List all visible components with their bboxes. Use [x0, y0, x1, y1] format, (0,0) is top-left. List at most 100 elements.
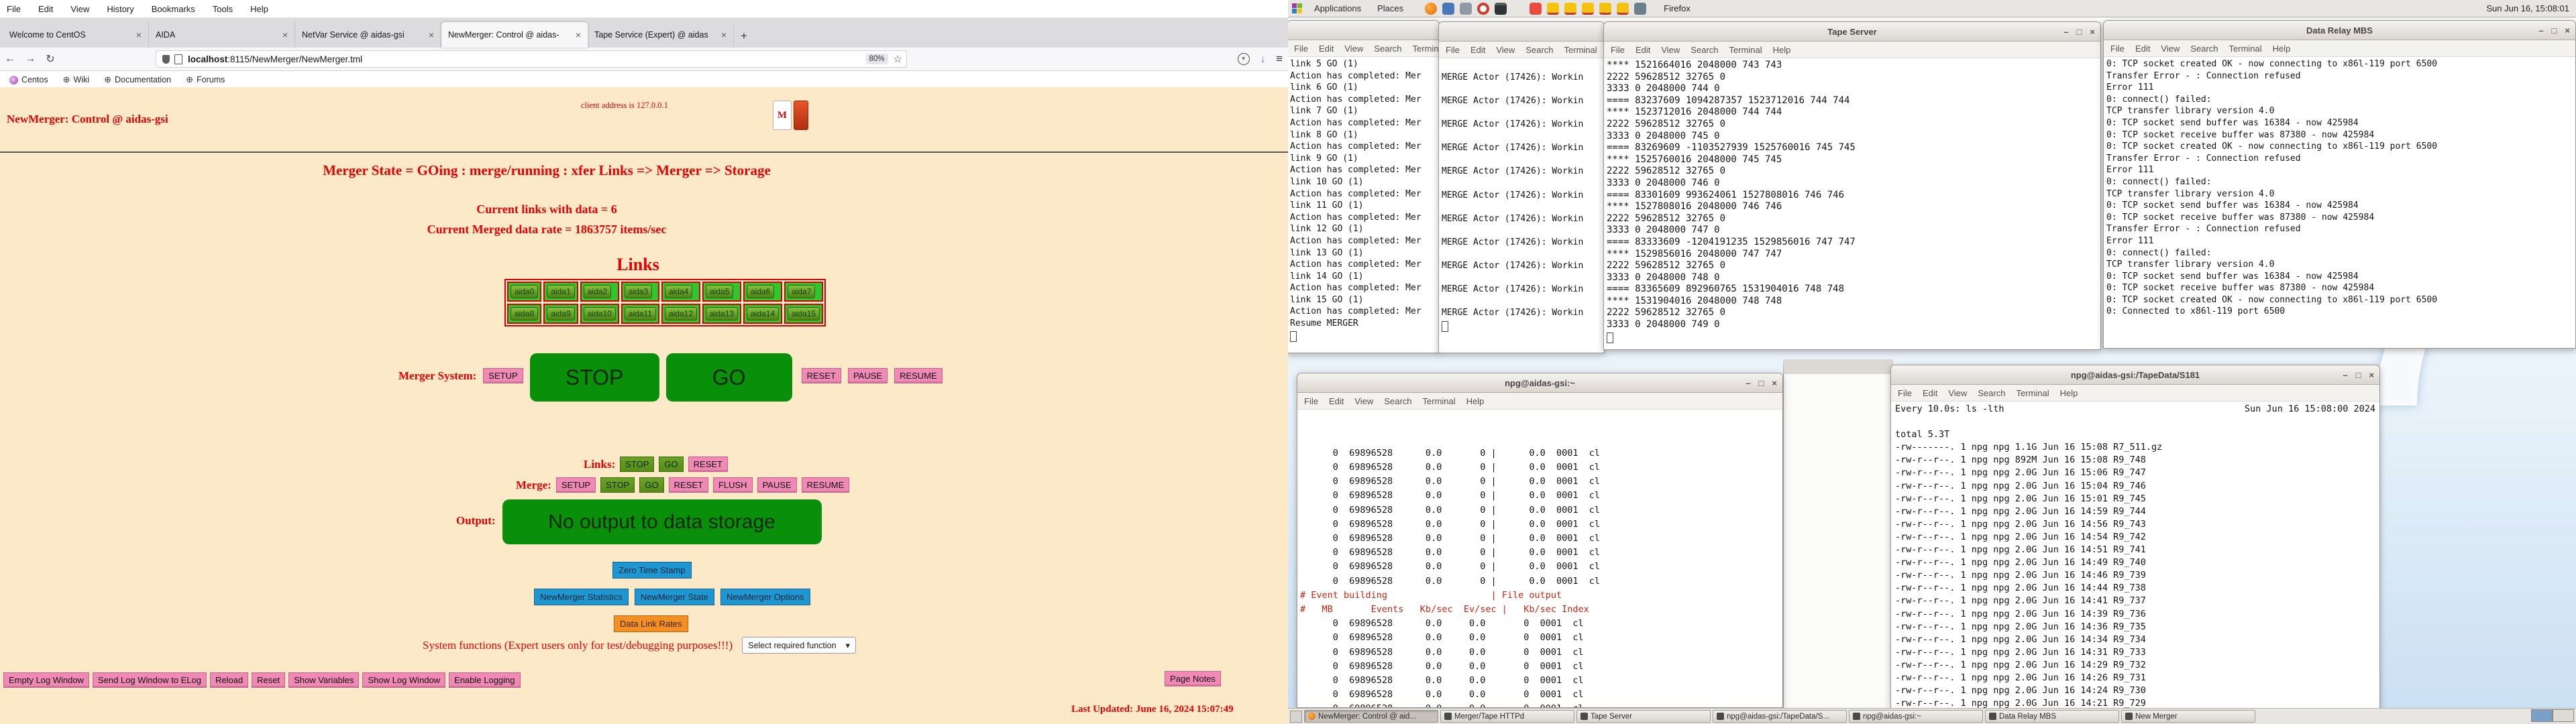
browser-tab[interactable]: Tape Service (Expert) @ aidas × [588, 22, 734, 48]
taskbar-window-button[interactable]: Tape Server [1576, 710, 1711, 723]
applications-menu[interactable]: Applications [1309, 3, 1366, 13]
terminal-menu-item[interactable]: File [2110, 44, 2125, 54]
titlebar[interactable]: npg@aidas-gsi:~ – □ × [1297, 373, 1782, 393]
merge-stop-button[interactable]: STOP [600, 477, 635, 493]
link-button[interactable]: aida4 [664, 285, 693, 298]
browser-tab[interactable]: AIDA × [149, 22, 295, 48]
shield-icon[interactable] [162, 54, 170, 64]
output-storage-button[interactable]: No output to data storage [502, 499, 822, 544]
midas-launcher-icon[interactable] [1599, 2, 1612, 15]
terminal-menu-item[interactable]: View [1661, 45, 1680, 55]
link-button[interactable]: aida0 [511, 285, 539, 298]
download-icon[interactable]: ↓ [1260, 54, 1266, 65]
log-control-button[interactable]: Reload [209, 672, 249, 688]
terminal-menu-item[interactable]: Edit [2135, 44, 2150, 54]
workspace-2[interactable] [2553, 709, 2574, 722]
merge-reset-button[interactable]: RESET [668, 477, 708, 493]
terminal-menu-item[interactable]: Help [2273, 44, 2291, 54]
reload-icon[interactable]: ↻ [40, 52, 60, 66]
bookmark-documentation[interactable]: ⊕ Documentation [104, 74, 171, 85]
terminal-menu-item[interactable]: Terminal [2229, 44, 2262, 54]
terminal-menu-item[interactable]: Help [2060, 388, 2078, 398]
browser-menu-item[interactable]: File [7, 4, 21, 14]
system-functions-select[interactable]: Select required function ▾ [742, 637, 856, 654]
terminal-menu-item[interactable]: Edit [1319, 44, 1334, 54]
browser-menu-item[interactable]: Edit [38, 4, 53, 14]
terminal-menu-item[interactable]: File [1898, 388, 1912, 398]
terminal-menu-item[interactable]: View [1496, 45, 1515, 55]
log-control-button[interactable]: Empty Log Window [3, 672, 89, 688]
titlebar[interactable] [1288, 21, 1439, 40]
close-icon[interactable]: × [721, 29, 727, 40]
red-launcher-icon[interactable] [1529, 2, 1542, 15]
workspace-1[interactable] [2531, 709, 2553, 722]
close-icon[interactable]: × [576, 29, 581, 40]
newmerger-options-button[interactable]: NewMerger Options [720, 589, 810, 605]
merger-reset-button[interactable]: RESET [801, 368, 841, 383]
terminal-menu-item[interactable]: Help [1773, 45, 1791, 55]
terminal-menu-item[interactable]: Terminal [1729, 45, 1762, 55]
maximize-button[interactable]: □ [2356, 370, 2361, 380]
terminal-menu-item[interactable]: Search [2190, 44, 2218, 54]
merge-flush-button[interactable]: FLUSH [712, 477, 753, 493]
minimize-button[interactable]: – [2343, 370, 2347, 380]
taskbar-window-button[interactable]: npg@aidas-gsi:/TapeData/S... [1713, 710, 1847, 723]
taskbar-window-button[interactable]: npg@aidas-gsi:~ [1849, 710, 1983, 723]
url-text[interactable]: localhost:8115/NewMerger/NewMerger.tml [188, 54, 866, 64]
midas-launcher-icon[interactable] [1547, 2, 1560, 15]
centos-logo-icon[interactable] [1292, 3, 1302, 13]
firefox-launcher-icon[interactable] [1425, 2, 1438, 15]
bookmark-star-icon[interactable]: ☆ [894, 53, 902, 65]
terminal-menu-item[interactable]: Edit [1635, 45, 1650, 55]
link-button[interactable]: aida9 [547, 307, 575, 320]
browser-menu-item[interactable]: History [107, 4, 133, 14]
browser-tab[interactable]: NewMerger: Control @ aidas- × [441, 22, 588, 48]
link-button[interactable]: aida3 [624, 285, 653, 298]
terminal-menu-item[interactable]: Search [1525, 45, 1553, 55]
midas-launcher-icon[interactable] [1582, 2, 1595, 15]
zero-time-stamp-button[interactable]: Zero Time Stamp [612, 562, 692, 579]
titlebar[interactable]: Data Relay MBS – □ × [2104, 21, 2575, 40]
files-launcher-icon[interactable] [1442, 2, 1455, 15]
browser-tab[interactable]: Welcome to CentOS × [3, 22, 149, 48]
forward-icon[interactable]: → [20, 53, 40, 65]
links-reset-button[interactable]: RESET [688, 457, 728, 472]
terminal-menu-item[interactable]: Terminal [1413, 44, 1439, 54]
url-bar[interactable]: localhost:8115/NewMerger/NewMerger.tml 8… [156, 50, 907, 68]
newmerger-state-button[interactable]: NewMerger State [634, 589, 714, 605]
page-info-icon[interactable] [174, 54, 182, 64]
panel-clock[interactable]: Sun Jun 16, 15:08:01 [2486, 3, 2569, 13]
minimize-button[interactable]: – [2538, 25, 2543, 36]
close-icon[interactable]: × [429, 29, 434, 40]
bookmark-wiki[interactable]: ⊕ Wiki [63, 74, 90, 85]
browser-menu-item[interactable]: Bookmarks [152, 4, 195, 14]
close-button[interactable]: × [2090, 27, 2095, 37]
log-control-button[interactable]: Enable Logging [449, 672, 521, 688]
bookmark-forums[interactable]: ⊕ Forums [186, 74, 225, 85]
pocket-icon[interactable]: ▾ [1237, 53, 1250, 65]
merger-go-button[interactable]: GO [665, 353, 792, 402]
log-control-button[interactable]: Show Variables [288, 672, 360, 688]
terminal-window-tape-server[interactable]: Tape Server – □ × File Edit View Search Term… [1603, 21, 2101, 350]
terminal-menu-item[interactable]: Edit [1923, 388, 1937, 398]
terminal-menu-item[interactable]: Edit [1470, 45, 1485, 55]
taskbar-window-button[interactable]: Merger/Tape HTTPd [1440, 710, 1574, 723]
places-menu[interactable]: Places [1372, 3, 1409, 13]
link-button[interactable]: aida1 [547, 285, 575, 298]
links-stop-button[interactable]: STOP [620, 457, 655, 472]
terminal-menu-item[interactable]: View [1344, 44, 1363, 54]
terminal-menu-item[interactable]: Terminal [1423, 396, 1456, 406]
close-button[interactable]: × [2565, 25, 2570, 36]
minimize-button[interactable]: – [2063, 27, 2068, 37]
minimize-button[interactable]: – [1746, 378, 1750, 388]
browser-tab[interactable]: NetVar Service @ aidas-gsi × [295, 22, 441, 48]
background-window[interactable] [1783, 359, 1893, 723]
terminal-window-data-relay[interactable]: Data Relay MBS – □ × File Edit View Search T… [2103, 20, 2576, 349]
merger-setup-button[interactable]: SETUP [483, 368, 523, 383]
taskbar-window-button[interactable]: Data Relay MBS [1985, 710, 2119, 723]
show-desktop-button[interactable] [1290, 710, 1302, 723]
data-link-rates-button[interactable]: Data Link Rates [614, 615, 688, 632]
taskbar-window-button[interactable]: New Merger [2121, 710, 2255, 723]
merger-stop-button[interactable]: STOP [529, 353, 659, 402]
terminal-menu-item[interactable]: Search [1384, 396, 1411, 406]
